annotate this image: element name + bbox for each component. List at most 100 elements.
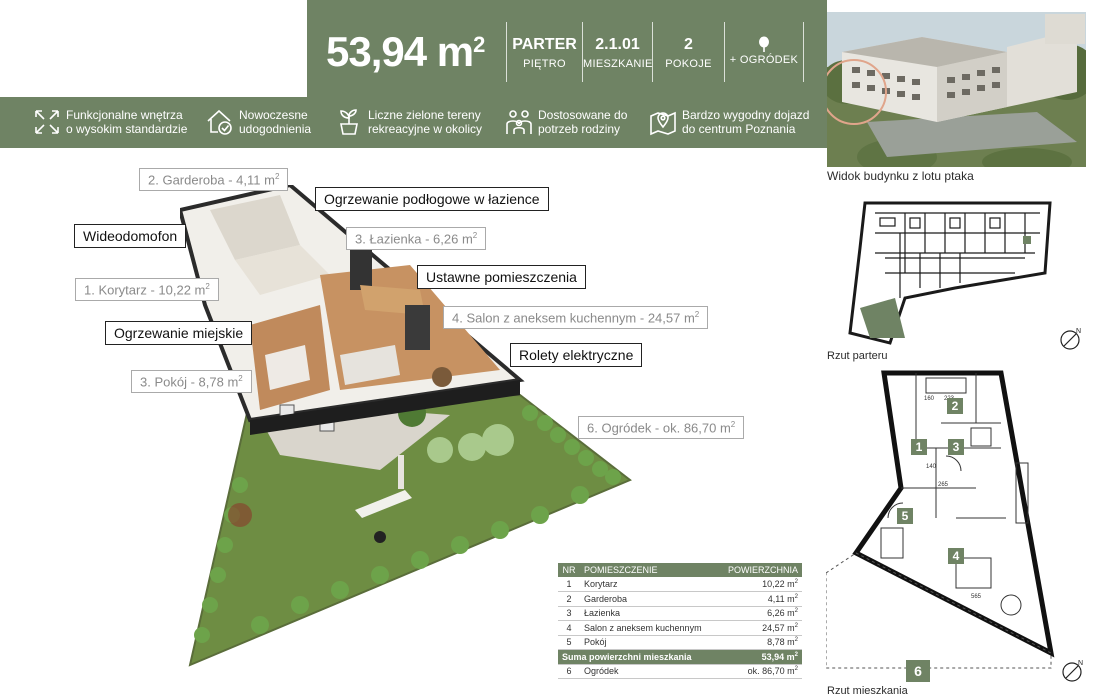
callout-garden: 6. Ogródek - ok. 86,70 m2 [578,416,745,440]
table-cell-nr: 6 [558,664,580,679]
feature-line: Liczne zielone tereny [368,108,481,122]
callout-wardrobe: 2. Garderoba - 4,11 m2 [139,168,289,192]
table-cell-nr: 4 [558,620,580,636]
photo-caption: Widok budynku z lotu ptaka [827,169,974,183]
table-row: 6 Ogródek ok. 86,70 m2 [558,664,802,679]
table-sum-row: Suma powierzchni mieszkania 53,94 m2 [558,649,802,665]
feature-line: Dostosowane do [538,108,628,122]
callout-district-heating: Ogrzewanie miejskie [105,321,253,345]
dimension-label: 160 [924,396,935,402]
table-row: 5 Pokój 8,78 m2 [558,635,802,650]
dimension-label: 140 [926,464,937,470]
table-sum-area: 53,94 m2 [716,649,802,665]
ground-floor-plan [848,201,1052,345]
plan-room-number: 6 [906,660,930,682]
table-header-room: POMIESZCZENIE [580,563,717,577]
arrows-expand-icon [35,110,59,134]
plant-pot-icon [340,109,358,135]
garden-shrub [482,424,514,456]
fridge [405,305,430,350]
plan-room-number: 4 [948,548,964,564]
dimension-label: 565 [971,594,982,600]
table-sum-label: Suma powierzchni mieszkania [558,649,717,665]
dining-table [432,367,452,387]
garden-shrub [458,433,486,461]
aerial-photo-illustration [827,12,1086,167]
aerial-photo [827,12,1086,167]
table-row: 4 Salon z aneksem kuchennym 24,57 m2 [558,620,802,636]
table-cell-area: 8,78 m2 [716,635,802,650]
garden-umbrella [398,455,404,489]
home-check-icon [207,109,232,135]
compass-north-icon: N [1060,328,1081,350]
apartment-number-value: 2.1.01 [595,36,640,53]
apartment-plan: 160 223 140 265 565 [826,370,1055,669]
table-header-row: NR POMIESZCZENIE POWIERZCHNIA [558,563,802,577]
plan-room-number: 5 [897,508,913,524]
tree-icon [759,36,769,52]
callout-electric-blinds: Rolety elektryczne [510,343,643,367]
table-header-nr: NR [558,563,580,577]
garden-flowers [228,503,252,527]
table-row: 3 Łazienka 6,26 m2 [558,606,802,621]
kitchen-column [350,250,372,290]
garden-planter [374,531,386,543]
feature-line: do centrum Poznania [682,122,796,136]
table-cell-room: Korytarz [580,577,717,592]
table-row: 2 Garderoba 4,11 m2 [558,591,802,607]
callout-bathroom: 3. Łazienka - 6,26 m2 [346,227,487,251]
highlighted-marker [1023,236,1031,244]
table-cell-area: ok. 86,70 m2 [716,664,802,679]
callout-video-intercom: Wideodomofon [74,224,187,248]
feature-functional-interiors: Funkcjonalne wnętrza o wysokim standardzi… [32,100,202,144]
rooms-table: NR POMIESZCZENIE POWIERZCHNIA 1 Korytarz… [558,563,802,679]
compass-north-icon: N [1062,660,1083,682]
feature-family: Dostosowane do potrzeb rodziny [504,100,644,144]
callout-floor-heating: Ogrzewanie podłogowe w łazience [315,187,549,211]
map-pin-icon [650,111,676,136]
feature-line: Funkcjonalne wnętrza [66,108,183,122]
callout-corridor: 1. Korytarz - 10,22 m2 [75,278,219,302]
table-cell-room: Garderoba [580,591,717,607]
table-cell-room: Łazienka [580,606,717,621]
table-cell-nr: 3 [558,606,580,621]
callout-room: 3. Pokój - 8,78 m2 [131,370,252,394]
floor-stat: PARTER PIĘTRO [506,22,582,82]
table-cell-area: 24,57 m2 [716,620,802,636]
garden-label: + OGRÓDEK [729,54,799,66]
feature-commute: Bardzo wygodny dojazd do centrum Poznania [648,100,823,144]
apartment-number-label: MIESZKANIE [583,58,653,70]
feature-modern-amenities: Nowoczesne udogodnienia [205,100,325,144]
callout-living-room: 4. Salon z aneksem kuchennym - 24,57 m2 [443,306,709,330]
plan-room-number: 3 [948,439,964,455]
feature-line: Nowoczesne [239,108,308,122]
compass-label: N [1078,660,1083,667]
family-icon [506,110,532,134]
feature-green-areas: Liczne zielone tereny rekreacyjne w okoli… [334,100,494,144]
floor-value: PARTER [512,36,577,53]
feature-line: udogodnienia [239,122,312,136]
feature-line: potrzeb rodziny [538,122,621,136]
apartment-plan-caption: Rzut mieszkania [827,685,908,697]
feature-line: rekreacyjne w okolicy [368,122,483,136]
plan-room-number: 2 [947,398,963,414]
table-cell-room: Salon z aneksem kuchennym [580,620,717,636]
table-row: 1 Korytarz 10,22 m2 [558,577,802,592]
rooms-value: 2 [684,36,693,53]
dimension-label: 265 [938,482,949,488]
table-cell-nr: 1 [558,577,580,592]
table-header-area: POWIERZCHNIA [716,563,802,577]
plan-room-number: 1 [911,439,927,455]
table-cell-area: 4,11 m2 [716,591,802,607]
ground-floor-caption: Rzut parteru [827,350,888,362]
table-cell-area: 10,22 m2 [716,577,802,592]
floor-label: PIĘTRO [523,58,566,70]
feature-line: Bardzo wygodny dojazd [682,108,810,122]
table-cell-nr: 2 [558,591,580,607]
compass-label: N [1076,328,1081,335]
rooms-label: POKOJE [665,58,712,70]
callout-practical-rooms: Ustawne pomieszczenia [417,265,586,289]
table-cell-nr: 5 [558,635,580,650]
table-cell-room: Ogródek [580,664,717,679]
apartment-number-stat: 2.1.01 MIESZKANIE [582,22,652,82]
